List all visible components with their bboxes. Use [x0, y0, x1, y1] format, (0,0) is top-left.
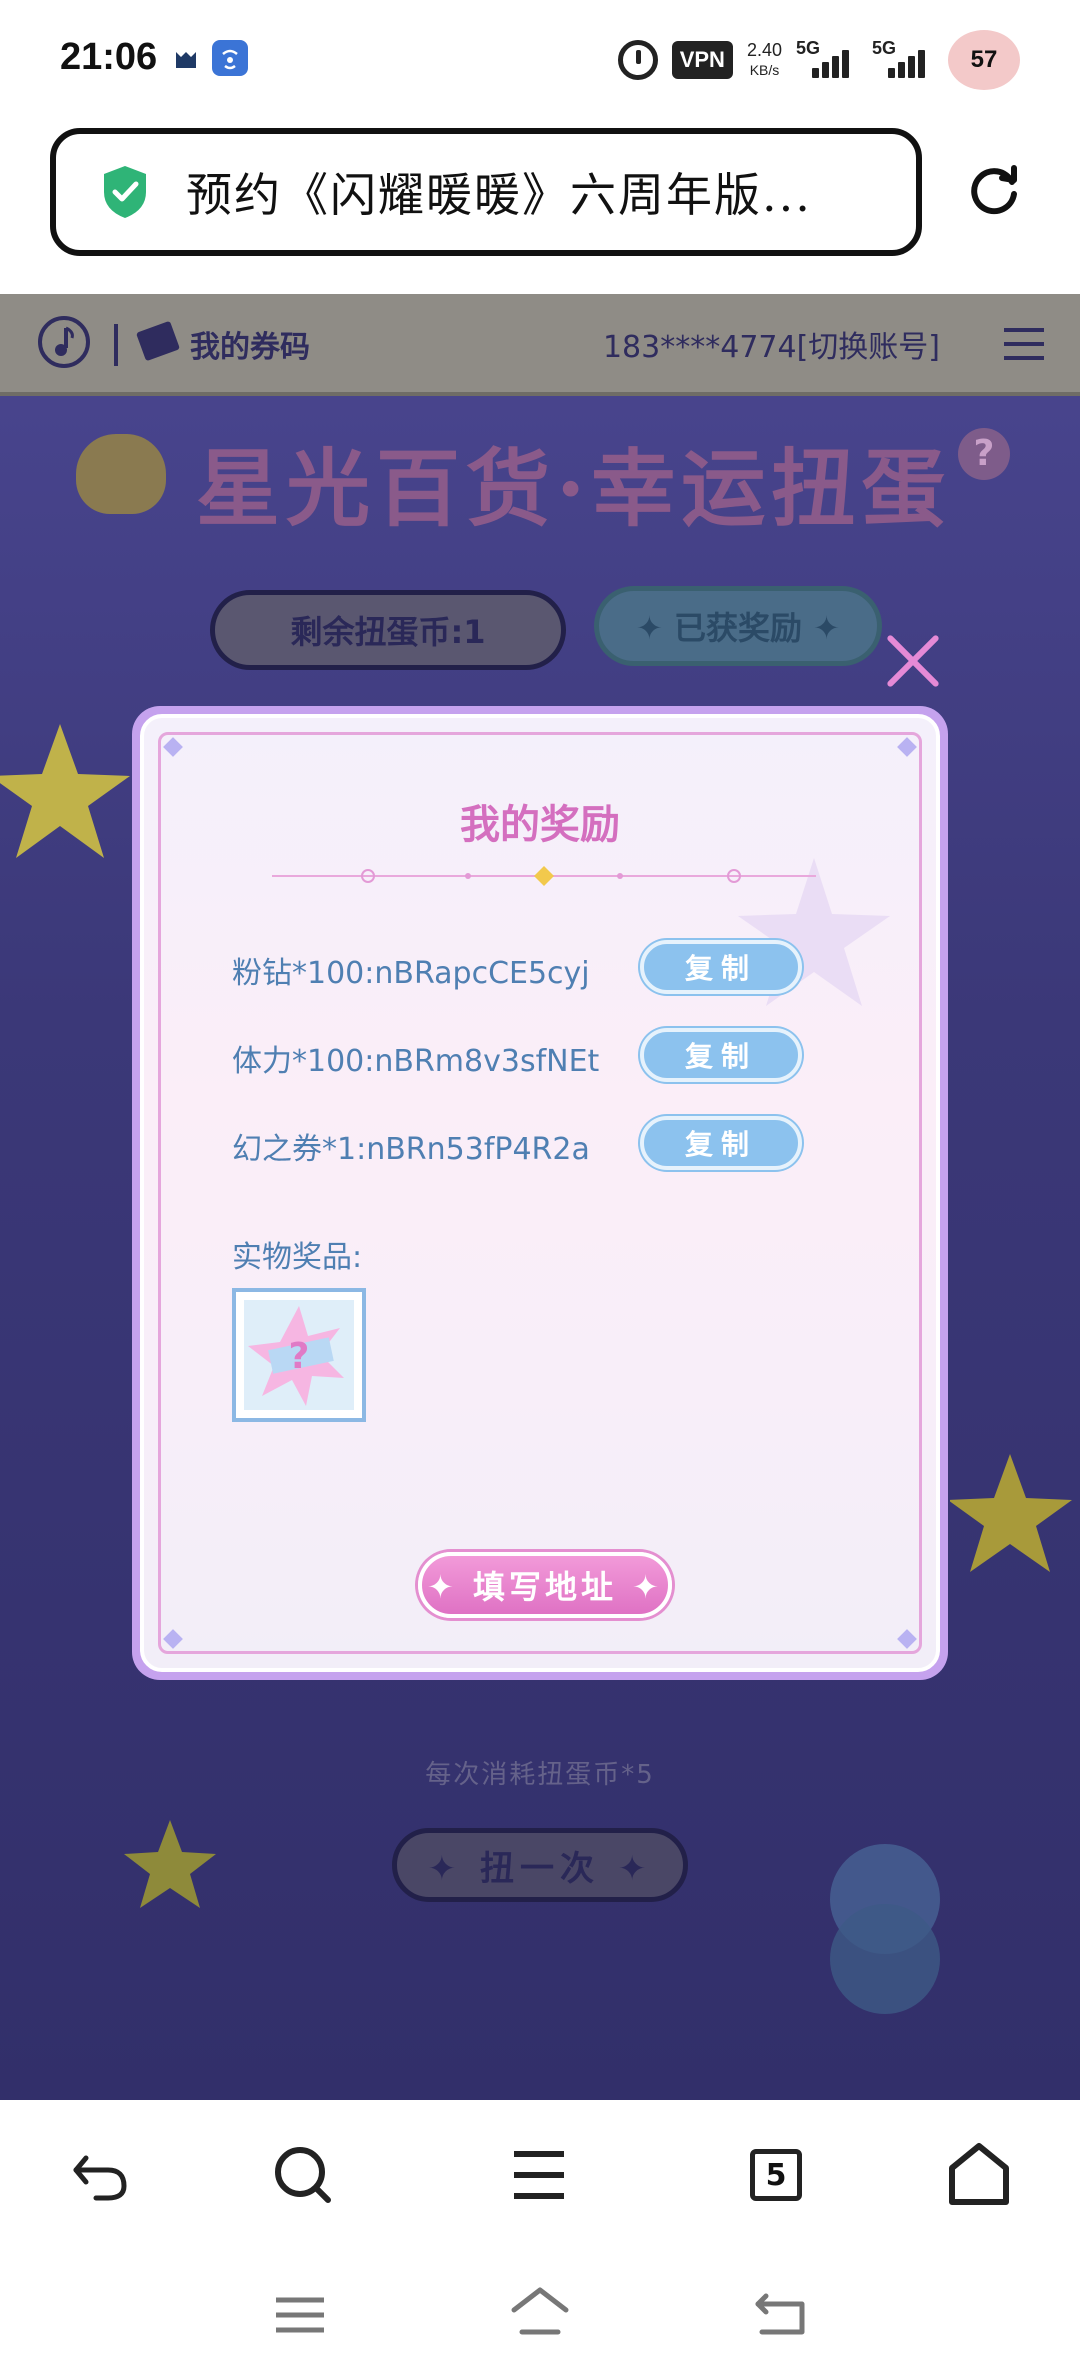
account-switch-link[interactable]: 183****4774[切换账号] — [603, 322, 940, 366]
menu-icon[interactable] — [504, 2140, 574, 2210]
browser-toolbar: 5 — [0, 2100, 1080, 2250]
capsule-ball — [830, 1904, 940, 2014]
signal-icon-sim1: 5G — [796, 38, 858, 82]
reward-row: 幻之券*1:nBRn53fP4R2a 复制 — [232, 1116, 802, 1170]
event-title: 星光百货·幸运扭蛋 — [196, 439, 952, 538]
copy-button[interactable]: 复制 — [640, 940, 802, 994]
site-top-bar: 我的券码 183****4774[切换账号] — [0, 294, 1080, 396]
reward-code: 粉钻*100:nBRapcCE5cyj — [232, 956, 590, 991]
back-icon[interactable] — [66, 2140, 136, 2210]
reward-row: 粉钻*100:nBRapcCE5cyj 复制 — [232, 940, 802, 994]
ticket-icon — [135, 320, 181, 362]
reward-code: 幻之券*1:nBRn53fP4R2a — [232, 1132, 590, 1167]
help-icon[interactable]: ? — [958, 428, 1010, 480]
secure-shield-icon — [104, 166, 146, 218]
sim1-label: 5G — [796, 38, 821, 58]
rewards-modal: 我的奖励 粉钻*100:nBRapcCE5cyj 复制 体力*100:nBRm8… — [132, 706, 948, 1680]
speed-value: 2.40 — [746, 40, 782, 60]
page-title-text: 预约《闪耀暖暖》六周年版... — [186, 168, 812, 222]
tabs-button[interactable]: 5 — [750, 2149, 802, 2201]
reward-row: 体力*100:nBRm8v3sfNEt 复制 — [232, 1028, 802, 1082]
spin-once-button[interactable]: ✦ 扭一次 ✦ — [392, 1828, 688, 1902]
alarm-icon — [617, 40, 658, 80]
vpn-badge: VPN — [671, 41, 733, 79]
divider — [114, 324, 118, 366]
battery-indicator: 57 — [948, 30, 1020, 90]
sim2-label: 5G — [872, 38, 897, 58]
network-speed: 2.40 KB/s — [747, 40, 782, 80]
system-navigation-bar — [0, 2250, 1080, 2376]
copy-button[interactable]: 复制 — [640, 1028, 802, 1082]
modal-title: 我的奖励 — [460, 802, 620, 848]
hamburger-menu-icon[interactable] — [1004, 328, 1044, 360]
cat-app-icon — [168, 40, 204, 76]
physical-prize-thumbnail[interactable]: ? — [232, 1288, 366, 1422]
copy-button[interactable]: 复制 — [640, 1116, 802, 1170]
remaining-coins-badge: 剩余扭蛋币:1 — [210, 590, 566, 670]
star-decoration-right — [950, 1454, 1072, 1572]
recent-apps-icon[interactable] — [270, 2290, 330, 2340]
fill-address-button[interactable]: ✦ 填写地址 ✦ — [418, 1552, 672, 1618]
web-content: 我的券码 183****4774[切换账号] 星光百货·幸运扭蛋 ? 剩余扭蛋币… — [0, 294, 1080, 2100]
broadcast-app-icon — [212, 40, 248, 76]
signal-icon-sim2: 5G — [872, 38, 934, 82]
reward-code: 体力*100:nBRm8v3sfNEt — [232, 1044, 600, 1079]
title-divider — [272, 866, 816, 886]
music-note-icon[interactable] — [38, 316, 90, 368]
modal-body: 我的奖励 粉钻*100:nBRapcCE5cyj 复制 体力*100:nBRm8… — [140, 714, 940, 1672]
system-home-icon[interactable] — [508, 2284, 572, 2340]
star-decoration-left — [0, 724, 130, 858]
physical-prize-label: 实物奖品: — [232, 1240, 363, 1275]
obtained-awards-button[interactable]: ✦ 已获奖励 ✦ — [594, 586, 882, 666]
search-icon[interactable] — [268, 2140, 338, 2210]
status-time: 21:06 — [60, 36, 158, 78]
status-bar: 21:06 VPN 2.40 KB/s 5G 5G 57 — [0, 0, 1080, 120]
close-icon[interactable] — [884, 632, 942, 690]
status-icons: VPN 2.40 KB/s 5G 5G 57 — [617, 30, 1020, 90]
reload-icon[interactable] — [966, 162, 1022, 218]
cat-mascot-icon — [76, 434, 166, 514]
speed-unit: KB/s — [749, 62, 780, 78]
mystery-prize-image: ? — [244, 1300, 354, 1410]
consume-hint: 每次消耗扭蛋币*5 — [425, 1760, 655, 1790]
home-icon[interactable] — [944, 2140, 1014, 2210]
svg-text:?: ? — [289, 1336, 310, 1377]
address-bar[interactable]: 预约《闪耀暖暖》六周年版... — [50, 128, 922, 256]
star-decoration-bottom — [124, 1820, 216, 1908]
my-coupon-link[interactable]: 我的券码 — [190, 322, 310, 366]
system-back-icon[interactable] — [752, 2286, 812, 2340]
